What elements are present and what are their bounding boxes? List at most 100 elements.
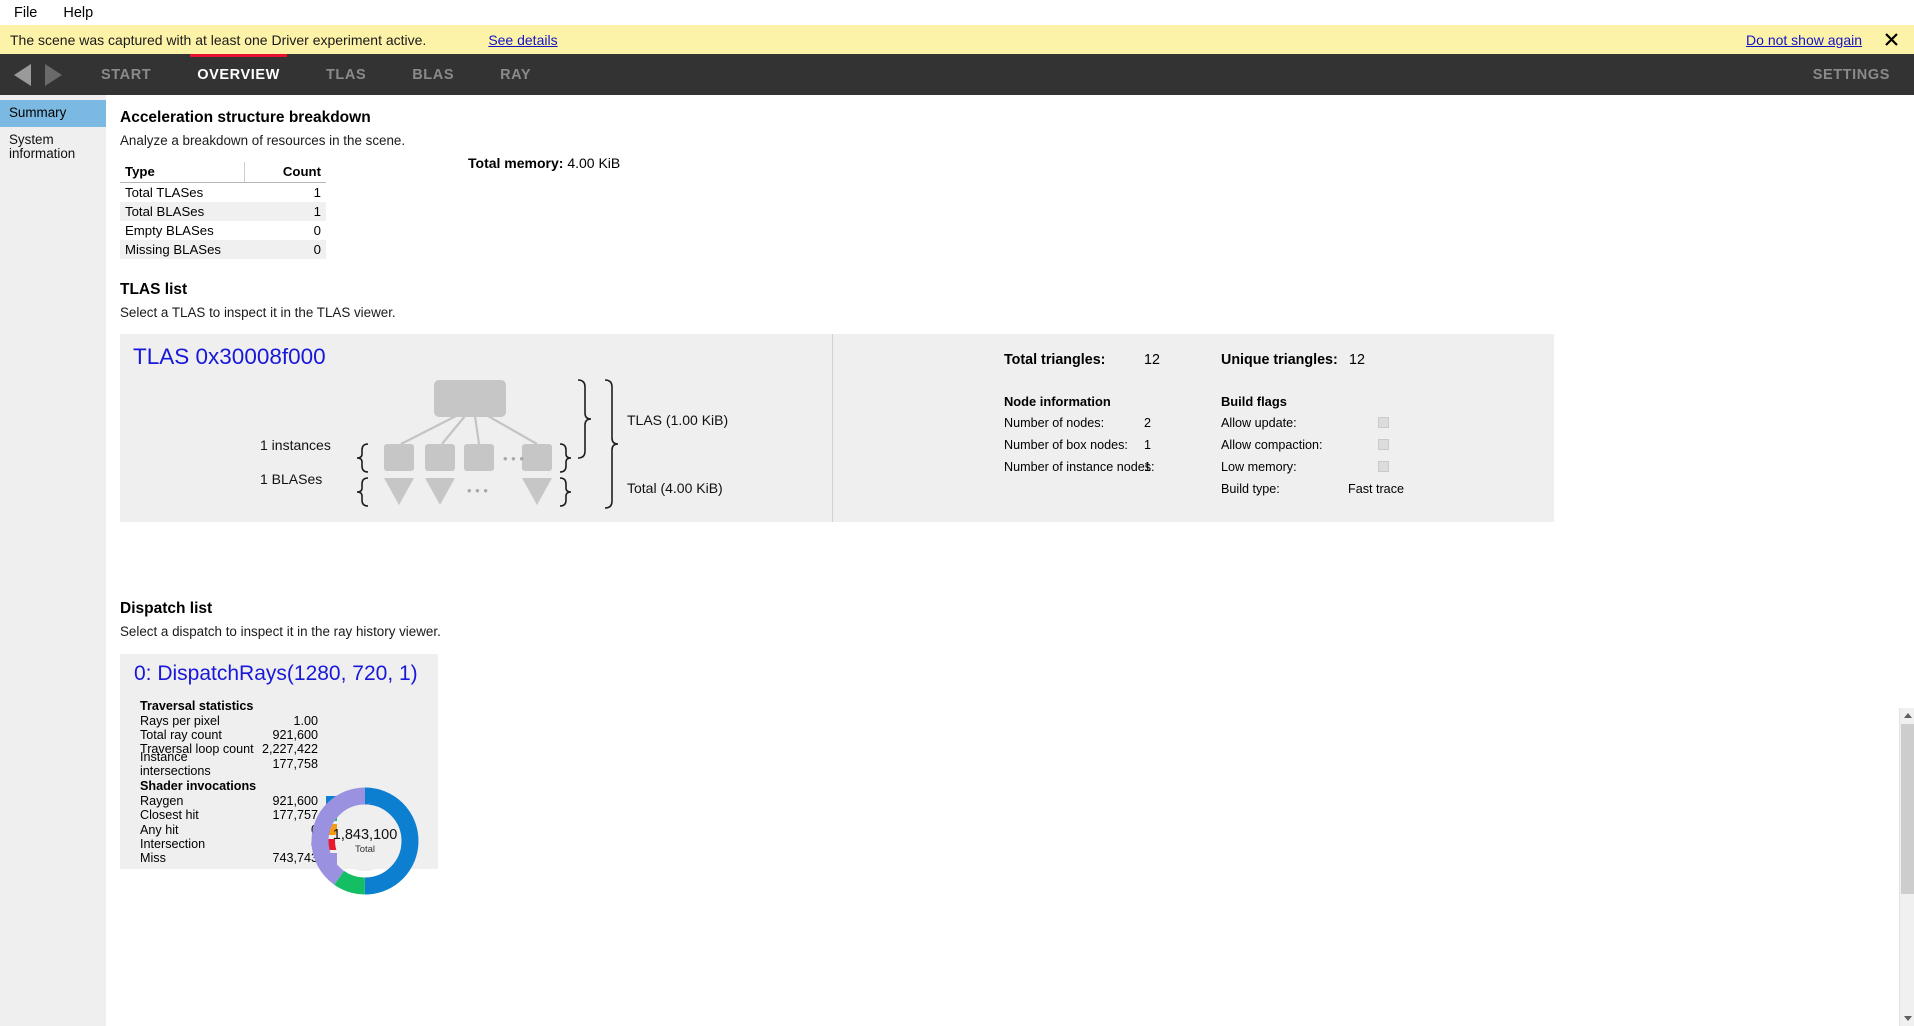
traversal-row: Rays per pixel 1.00 — [140, 714, 438, 728]
body-container: Summary System information Acceleration … — [0, 95, 1914, 1026]
cell-type: Empty BLASes — [125, 223, 214, 238]
main-navigation-bar: START OVERVIEW TLAS BLAS RAY SETTINGS — [0, 54, 1914, 95]
traversal-row-label: Total ray count — [140, 728, 222, 743]
arrow-left-icon[interactable] — [14, 63, 31, 86]
tab-blas[interactable]: BLAS — [389, 54, 477, 95]
unique-triangles-value: 12 — [1349, 352, 1365, 368]
total-memory-label: Total memory: — [468, 155, 564, 171]
tlas-list-title: TLAS list — [120, 281, 188, 298]
donut-total-label: Total — [354, 844, 376, 855]
vertical-scrollbar[interactable] — [1899, 708, 1914, 1026]
card-divider — [832, 334, 833, 522]
unique-triangles-label: Unique triangles: — [1221, 352, 1338, 368]
cell-type: Total BLASes — [125, 204, 205, 219]
cell-count: 0 — [313, 242, 321, 257]
flag-row-label: Allow update: — [1221, 416, 1297, 430]
shader-row-label: Any hit — [140, 822, 179, 837]
navigation-arrows — [0, 54, 78, 95]
page-subtitle: Analyze a breakdown of resources in the … — [120, 133, 406, 148]
menu-item-file[interactable]: File — [10, 3, 41, 23]
scrollbar-thumb[interactable] — [1901, 724, 1914, 894]
cell-type: Missing BLASes — [125, 242, 222, 257]
column-header-count: Count — [244, 162, 326, 183]
sidebar: Summary System information — [0, 95, 106, 1026]
traversal-row-label: Rays per pixel — [140, 713, 220, 728]
dispatch-statistics: Traversal statistics Rays per pixel 1.00… — [120, 699, 438, 895]
node-row-value: 1 — [1144, 460, 1152, 474]
total-triangles-label: Total triangles: — [1004, 352, 1106, 368]
node-information-header: Node information — [1004, 394, 1111, 409]
total-size-label: Total (4.00 KiB) — [627, 480, 723, 496]
traversal-row-value: 2,227,422 — [261, 742, 318, 757]
root-node — [434, 380, 506, 417]
allow-compaction-checkbox[interactable] — [1378, 439, 1389, 450]
scroll-up-button[interactable] — [1900, 708, 1914, 723]
chevron-down-icon — [1903, 1016, 1912, 1021]
build-type-value: Fast trace — [1348, 482, 1404, 496]
allow-update-checkbox[interactable] — [1378, 417, 1389, 428]
node-row-label: Number of nodes: — [1004, 416, 1105, 430]
instances-label: 1 instances — [260, 437, 331, 453]
content-pane: Acceleration structure breakdown Analyze… — [106, 95, 1914, 1026]
cell-count: 0 — [313, 223, 321, 238]
cell-count: 1 — [313, 185, 321, 200]
total-triangles-value: 12 — [1144, 352, 1160, 368]
traversal-row-value: 921,600 — [272, 728, 318, 743]
build-flags-header: Build flags — [1221, 394, 1287, 409]
shader-invocations-donut-chart: 1,843,100 Total — [308, 784, 422, 898]
node-row-value: 1 — [1144, 438, 1152, 452]
traversal-row: Instance intersections 177,758 — [140, 750, 438, 778]
see-details-link[interactable]: See details — [488, 32, 557, 48]
donut-total-value: 1,843,100 — [332, 827, 398, 843]
menu-item-help[interactable]: Help — [59, 3, 97, 23]
table-row: Missing BLASes 0 — [120, 240, 326, 259]
flag-row-label: Allow compaction: — [1221, 438, 1323, 452]
scroll-down-button[interactable] — [1900, 1011, 1914, 1026]
shader-row-label: Intersection — [140, 837, 206, 852]
low-memory-checkbox[interactable] — [1378, 461, 1389, 472]
dispatch-list-subtitle: Select a dispatch to inspect it in the r… — [120, 624, 441, 639]
tab-ray[interactable]: RAY — [477, 54, 554, 95]
donut-center: 1,843,100 Total — [332, 811, 398, 871]
node-row-label: Number of instance nodes: — [1004, 460, 1155, 474]
svg-text:• • •: • • • — [503, 451, 524, 466]
do-not-show-again-link[interactable]: Do not show again — [1746, 32, 1862, 48]
column-header-type: Type — [120, 162, 245, 183]
cell-count: 1 — [313, 204, 321, 219]
tlas-size-label: TLAS (1.00 KiB) — [627, 412, 729, 428]
acceleration-structure-table: Type Count Total TLASes 1 Total BLASes 1… — [120, 162, 326, 259]
total-memory-value: 4.00 KiB — [567, 155, 621, 171]
cell-type: Total TLASes — [125, 185, 204, 200]
traversal-row-label: Instance intersections — [140, 749, 211, 778]
dispatch-card[interactable]: 0: DispatchRays(1280, 720, 1) Traversal … — [120, 654, 438, 895]
dispatch-card-title[interactable]: 0: DispatchRays(1280, 720, 1) — [120, 662, 438, 694]
traversal-row-value: 177,758 — [272, 756, 318, 771]
close-icon[interactable] — [1882, 31, 1900, 49]
flag-row-label: Low memory: — [1221, 460, 1297, 474]
shader-row-label: Raygen — [140, 794, 184, 809]
application-window: File Help The scene was captured with at… — [0, 0, 1914, 1026]
sidebar-item-summary[interactable]: Summary — [0, 100, 106, 127]
tlas-card[interactable]: TLAS 0x30008f000 • • • • • • 1 instances… — [120, 334, 1554, 522]
shader-row-label: Miss — [140, 851, 166, 866]
tab-start[interactable]: START — [78, 54, 174, 95]
node-row-value: 2 — [1144, 416, 1152, 430]
svg-text:• • •: • • • — [467, 483, 488, 498]
tab-overview[interactable]: OVERVIEW — [174, 54, 303, 95]
chevron-up-icon — [1903, 713, 1912, 718]
arrow-right-icon[interactable] — [45, 63, 62, 86]
dispatch-list-title: Dispatch list — [120, 600, 213, 617]
tab-tlas[interactable]: TLAS — [303, 54, 389, 95]
menu-bar: File Help — [0, 0, 1914, 25]
nav-tabs: START OVERVIEW TLAS BLAS RAY — [78, 54, 554, 95]
table-row: Empty BLASes 0 — [120, 221, 326, 240]
traversal-statistics-header: Traversal statistics — [140, 699, 254, 713]
table-header-row: Type Count — [120, 162, 326, 183]
blases-label: 1 BLASes — [260, 471, 323, 487]
traversal-row: Total ray count 921,600 — [140, 728, 438, 742]
tlas-list-subtitle: Select a TLAS to inspect it in the TLAS … — [120, 305, 396, 320]
banner-message: The scene was captured with at least one… — [10, 31, 427, 48]
build-type-label: Build type: — [1221, 482, 1280, 496]
settings-button[interactable]: SETTINGS — [1813, 67, 1890, 83]
sidebar-item-system-information[interactable]: System information — [0, 127, 106, 168]
